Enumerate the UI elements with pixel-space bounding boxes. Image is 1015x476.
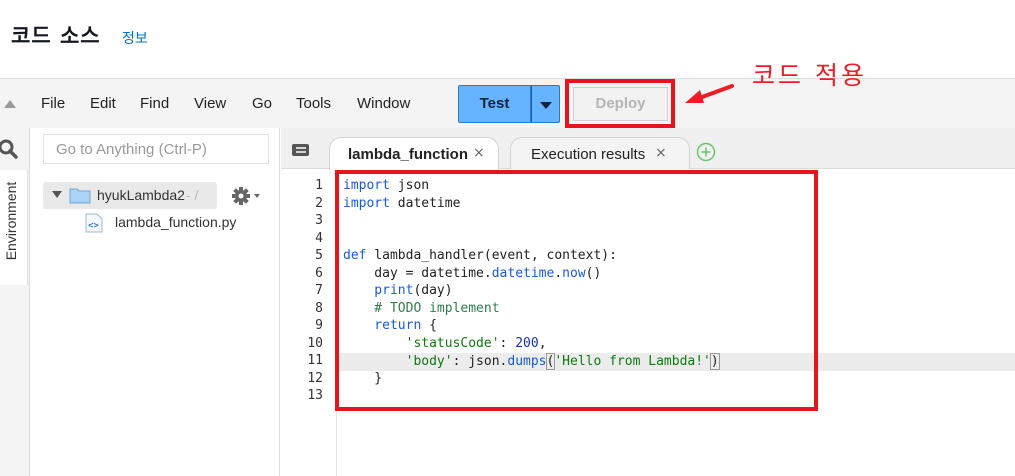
gear-icon[interactable] <box>231 186 263 206</box>
line-number: 10 <box>307 336 323 351</box>
info-link[interactable]: 정보 <box>122 28 148 48</box>
caret-down-icon[interactable] <box>52 191 62 198</box>
line-number: 3 <box>315 213 323 228</box>
menu-go[interactable]: Go <box>252 95 272 112</box>
file-name: lambda_function.py <box>115 214 237 230</box>
deploy-highlight-box <box>565 79 675 128</box>
line-number: 8 <box>315 301 323 316</box>
line-number: 1 <box>315 178 323 193</box>
line-number: 6 <box>315 266 323 281</box>
line-number: 2 <box>315 196 323 211</box>
caret-down-icon <box>540 102 552 109</box>
svg-text:<>: <> <box>88 221 99 231</box>
line-number: 11 <box>307 353 323 368</box>
code-highlight-box <box>335 170 818 411</box>
tree-root-folder[interactable]: hyukLambda2 - / <box>43 182 217 209</box>
tab-list-icon[interactable] <box>291 143 311 157</box>
test-dropdown-button[interactable] <box>531 85 560 123</box>
collapse-up-icon[interactable] <box>4 100 16 108</box>
annotation-arrow-icon <box>685 84 734 103</box>
menu-view[interactable]: View <box>194 95 226 112</box>
folder-icon <box>69 188 91 204</box>
page: 코드 소스 정보 File Edit Find View Go Tools Wi… <box>0 0 1015 476</box>
menu-window[interactable]: Window <box>357 95 410 112</box>
tab-label: Execution results <box>531 146 646 163</box>
line-number: 5 <box>315 248 323 263</box>
menu-tools[interactable]: Tools <box>296 95 331 112</box>
close-icon[interactable]: × <box>473 145 485 161</box>
close-icon[interactable]: × <box>655 145 667 161</box>
menu-find[interactable]: Find <box>140 95 169 112</box>
line-number: 4 <box>315 231 323 246</box>
line-number: 13 <box>307 388 323 403</box>
page-title: 코드 소스 <box>11 24 101 48</box>
root-folder-path: - / <box>186 187 199 203</box>
python-file-icon: <> <box>85 213 103 233</box>
file-tree-panel <box>30 128 280 476</box>
go-to-anything-input[interactable] <box>43 134 269 164</box>
tab-label: lambda_function <box>348 146 469 163</box>
root-folder-name: hyukLambda2 <box>97 187 185 203</box>
line-number: 12 <box>307 371 323 386</box>
tab-lambda-function[interactable]: lambda_function × <box>329 137 499 170</box>
test-button[interactable]: Test <box>458 85 531 123</box>
menu-file[interactable]: File <box>41 95 65 112</box>
annotation-label: 코드 적용 <box>752 61 867 90</box>
search-icon[interactable] <box>0 138 19 160</box>
environment-label: Environment <box>3 181 19 261</box>
menu-edit[interactable]: Edit <box>90 95 116 112</box>
tab-execution-results[interactable]: Execution results × <box>510 137 690 169</box>
add-tab-icon[interactable] <box>695 141 717 163</box>
line-number: 7 <box>315 283 323 298</box>
line-number: 9 <box>315 318 323 333</box>
